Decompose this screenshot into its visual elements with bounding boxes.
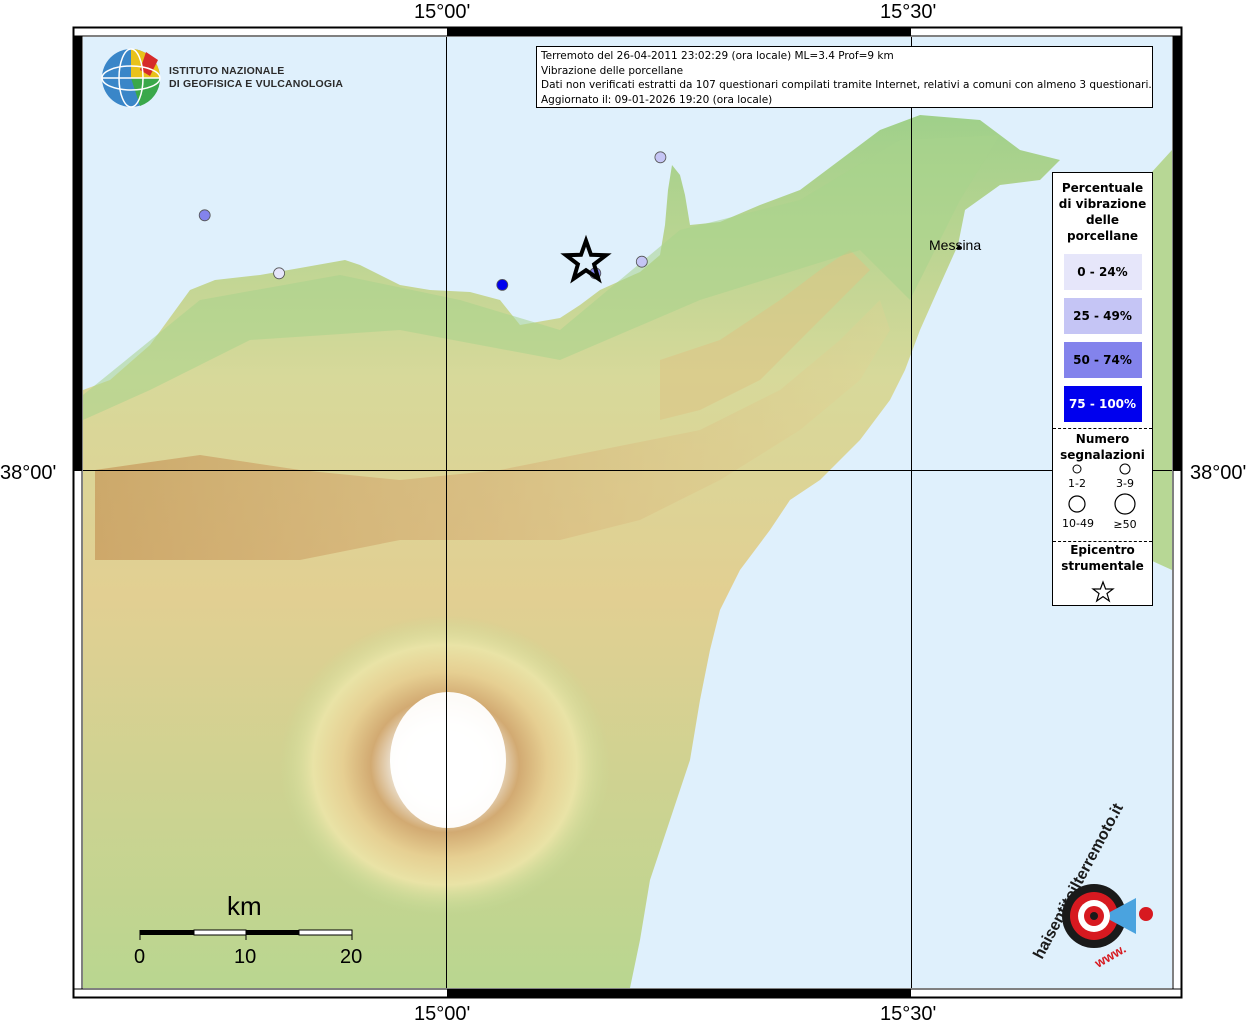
info-line-4: Aggiornato il: 09-01-2026 19:20 (ora loc… xyxy=(541,94,773,107)
legend-count-symbols: 1-2 3-9 10-49 ≥50 xyxy=(1053,463,1152,541)
tick-top-15-00: 15°00' xyxy=(414,1,470,23)
tick-top-15-30: 15°30' xyxy=(880,1,936,23)
ingv-logo-text: ISTITUTO NAZIONALE DI GEOFISICA E VULCAN… xyxy=(169,65,343,91)
info-line-3: Dati non verificati estratti da 107 ques… xyxy=(541,79,1152,92)
tick-left-38-00: 38°00' xyxy=(0,462,56,484)
legend-class-3: 75 - 100% xyxy=(1063,386,1142,422)
legend-class-2: 50 - 74% xyxy=(1063,342,1142,378)
map-body: Messina km 0 10 20 haisentitoilterremoto… xyxy=(83,37,1172,988)
ingv-logo-line2: DI GEOFISICA E VULCANOLOGIA xyxy=(169,78,344,90)
ingv-logo-icon xyxy=(101,48,161,108)
legend-star-icon xyxy=(1090,580,1115,603)
legend-epi-title: Epicentro strumentale xyxy=(1061,543,1144,573)
info-line-1: Terremoto del 26-04-2011 23:02:29 (ora l… xyxy=(541,50,894,62)
ingv-logo-line1: ISTITUTO NAZIONALE xyxy=(169,65,285,77)
scale-title: km xyxy=(227,891,262,921)
legend-classes: 0 - 24% 25 - 49% 50 - 74% 75 - 100% xyxy=(1053,254,1152,422)
city-label: Messina xyxy=(929,237,981,253)
scale-label-20: 20 xyxy=(340,946,362,968)
count-label-4: ≥50 xyxy=(1113,518,1137,531)
count-circle-4 xyxy=(1114,493,1136,515)
survey-point-1[interactable] xyxy=(273,267,286,280)
tick-bottom-15-00: 15°00' xyxy=(414,1003,470,1024)
count-circle-2 xyxy=(1119,463,1131,475)
earthquake-info-box: Terremoto del 26-04-2011 23:02:29 (ora l… xyxy=(536,46,1153,108)
legend-panel: Percentuale di vibrazione delle porcella… xyxy=(1052,172,1153,606)
survey-point-5[interactable] xyxy=(654,151,667,164)
legend-divider xyxy=(1053,428,1152,429)
tick-right-38-00: 38°00' xyxy=(1190,462,1246,484)
tick-bottom-15-30: 15°30' xyxy=(880,1003,936,1024)
count-circle-3 xyxy=(1068,495,1086,513)
count-circle-1 xyxy=(1072,464,1082,474)
legend-class-0: 0 - 24% xyxy=(1063,254,1142,290)
count-label-2: 3-9 xyxy=(1116,477,1134,490)
legend-class-1: 25 - 49% xyxy=(1063,298,1142,334)
legend-count-title: Numero segnalazioni xyxy=(1060,432,1145,462)
scale-label-10: 10 xyxy=(234,946,256,968)
count-label-1: 1-2 xyxy=(1068,477,1086,490)
count-label-3: 10-49 xyxy=(1062,517,1094,530)
survey-point-0[interactable] xyxy=(198,209,211,222)
scale-label-0: 0 xyxy=(134,946,145,968)
legend-pct-title: Percentuale di vibrazione delle porcella… xyxy=(1058,181,1147,243)
survey-point-2[interactable] xyxy=(496,278,509,291)
etna-summit xyxy=(390,692,506,828)
survey-point-4[interactable] xyxy=(635,255,648,268)
info-line-2: Vibrazione delle porcellane xyxy=(541,64,684,77)
